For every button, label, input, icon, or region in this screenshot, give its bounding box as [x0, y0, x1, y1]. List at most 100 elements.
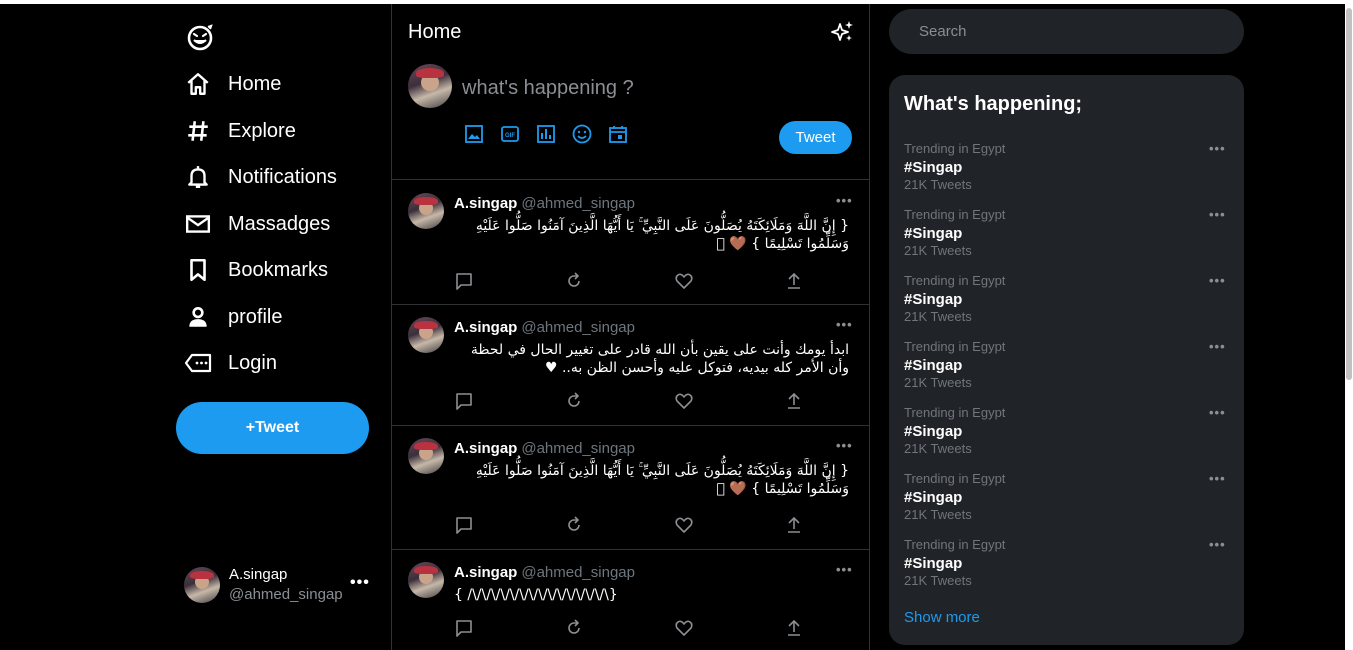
- sparkle-icon[interactable]: [830, 20, 854, 44]
- trend-item[interactable]: Trending in Egypt #Singap 21K Tweets •••: [904, 339, 1229, 399]
- more-icon[interactable]: •••: [1209, 405, 1226, 420]
- compose-tweet-button[interactable]: Tweet: [779, 121, 852, 154]
- share-icon[interactable]: [784, 391, 804, 411]
- retweet-icon[interactable]: [564, 515, 584, 535]
- trend-item[interactable]: Trending in Egypt #Singap 21K Tweets •••: [904, 141, 1229, 201]
- smiley-logo-icon[interactable]: [186, 24, 214, 52]
- tweet-actions: [454, 271, 894, 291]
- trend-category: Trending in Egypt: [904, 471, 1006, 486]
- account-name: A.singap: [229, 566, 288, 583]
- tweet[interactable]: A.singap @ahmed_singap ••• { إِنَّ اللَّه…: [392, 181, 870, 305]
- reply-icon[interactable]: [454, 391, 474, 411]
- like-icon[interactable]: [674, 515, 694, 535]
- reply-icon[interactable]: [454, 515, 474, 535]
- sidebar-item-notifications[interactable]: Notifications: [184, 161, 337, 193]
- more-icon[interactable]: •••: [1209, 471, 1226, 486]
- share-icon[interactable]: [784, 271, 804, 291]
- more-icon[interactable]: •••: [836, 317, 853, 332]
- tweet-author-name[interactable]: A.singap: [454, 564, 517, 581]
- trend-count: 21K Tweets: [904, 507, 972, 522]
- tweet-author-name[interactable]: A.singap: [454, 195, 517, 212]
- tweet-author-name[interactable]: A.singap: [454, 319, 517, 336]
- tweet-author-name[interactable]: A.singap: [454, 440, 517, 457]
- sidebar-item-label: Notifications: [228, 165, 337, 188]
- sidebar-item-bookmarks[interactable]: Bookmarks: [184, 254, 328, 286]
- trend-count: 21K Tweets: [904, 243, 972, 258]
- trend-category: Trending in Egypt: [904, 339, 1006, 354]
- like-icon[interactable]: [674, 618, 694, 638]
- more-icon[interactable]: •••: [1209, 207, 1226, 222]
- tweet[interactable]: A.singap @ahmed_singap ••• { /\/\/\/\/\/\…: [392, 550, 870, 650]
- avatar[interactable]: [408, 562, 444, 598]
- avatar[interactable]: [408, 193, 444, 229]
- sidebar-item-login[interactable]: Login: [184, 347, 277, 379]
- tweet-feed: A.singap @ahmed_singap ••• { إِنَّ اللَّه…: [392, 181, 870, 650]
- more-icon[interactable]: •••: [1209, 141, 1226, 156]
- gif-icon[interactable]: GIF: [500, 124, 520, 144]
- sidebar-item-label: Explore: [228, 119, 296, 142]
- tweet-text: { إِنَّ اللَّهَ وَمَلَائِكَتَهُ يُصَلُّو…: [475, 463, 849, 497]
- trend-tag: #Singap: [904, 357, 963, 374]
- tweet-author-handle[interactable]: @ahmed_singap: [521, 564, 635, 581]
- account-switcher[interactable]: A.singap @ahmed_singap •••: [184, 562, 374, 608]
- retweet-icon[interactable]: [564, 391, 584, 411]
- sidebar-item-label: Massadges: [228, 212, 331, 235]
- sidebar-item-messages[interactable]: Massadges: [184, 208, 330, 240]
- trend-count: 21K Tweets: [904, 177, 972, 192]
- like-icon[interactable]: [674, 391, 694, 411]
- timeline-header: Home: [392, 4, 870, 56]
- tweet[interactable]: A.singap @ahmed_singap ••• { إِنَّ اللَّه…: [392, 426, 870, 550]
- tweet[interactable]: A.singap @ahmed_singap ••• ابدأ يومك وأنت…: [392, 305, 870, 426]
- compose-input[interactable]: [462, 74, 842, 102]
- trend-category: Trending in Egypt: [904, 405, 1006, 420]
- reply-icon[interactable]: [454, 271, 474, 291]
- search-box[interactable]: [889, 9, 1244, 54]
- avatar[interactable]: [408, 438, 444, 474]
- more-icon[interactable]: •••: [836, 562, 853, 577]
- like-icon[interactable]: [674, 271, 694, 291]
- svg-text:GIF: GIF: [505, 133, 515, 139]
- reply-icon[interactable]: [454, 618, 474, 638]
- trend-category: Trending in Egypt: [904, 207, 1006, 222]
- trend-item[interactable]: Trending in Egypt #Singap 21K Tweets •••: [904, 537, 1229, 597]
- trend-item[interactable]: Trending in Egypt #Singap 21K Tweets •••: [904, 273, 1229, 333]
- sidebar-item-home[interactable]: Home: [184, 68, 281, 100]
- tweet-author-handle[interactable]: @ahmed_singap: [521, 195, 635, 212]
- more-icon[interactable]: •••: [1209, 537, 1226, 552]
- avatar[interactable]: [408, 317, 444, 353]
- trend-item[interactable]: Trending in Egypt #Singap 21K Tweets •••: [904, 405, 1229, 465]
- show-more-link[interactable]: Show more: [904, 609, 980, 626]
- poll-icon[interactable]: [536, 124, 556, 144]
- tweet-actions: [454, 618, 894, 638]
- tweet-actions: [454, 391, 894, 411]
- envelope-icon: [184, 210, 212, 238]
- tweet-author-handle[interactable]: @ahmed_singap: [521, 440, 635, 457]
- retweet-icon[interactable]: [564, 618, 584, 638]
- tweet-author-handle[interactable]: @ahmed_singap: [521, 319, 635, 336]
- more-icon[interactable]: •••: [1209, 339, 1226, 354]
- avatar: [408, 64, 452, 108]
- more-icon[interactable]: •••: [836, 193, 853, 208]
- scrollbar-thumb[interactable]: [1346, 8, 1352, 380]
- share-icon[interactable]: [784, 515, 804, 535]
- sidebar-item-profile[interactable]: profile: [184, 301, 282, 333]
- more-icon[interactable]: •••: [836, 438, 853, 453]
- tweet-text: { إِنَّ اللَّهَ وَمَلَائِكَتَهُ يُصَلُّو…: [475, 218, 849, 252]
- trend-category: Trending in Egypt: [904, 273, 1006, 288]
- share-icon[interactable]: [784, 618, 804, 638]
- sidebar-tweet-button[interactable]: +Tweet: [176, 402, 369, 454]
- search-input[interactable]: [919, 23, 1219, 40]
- retweet-icon[interactable]: [564, 271, 584, 291]
- more-icon[interactable]: •••: [350, 574, 370, 592]
- schedule-icon[interactable]: [608, 124, 628, 144]
- main-timeline: Home GIF: [391, 4, 870, 650]
- more-icon[interactable]: •••: [1209, 273, 1226, 288]
- trend-item[interactable]: Trending in Egypt #Singap 21K Tweets •••: [904, 207, 1229, 267]
- trend-item[interactable]: Trending in Egypt #Singap 21K Tweets •••: [904, 471, 1229, 531]
- trend-count: 21K Tweets: [904, 375, 972, 390]
- tweet-actions: [454, 515, 894, 535]
- sidebar-item-explore[interactable]: Explore: [184, 115, 296, 147]
- avatar: [184, 567, 220, 603]
- emoji-icon[interactable]: [572, 124, 592, 144]
- image-icon[interactable]: [464, 124, 484, 144]
